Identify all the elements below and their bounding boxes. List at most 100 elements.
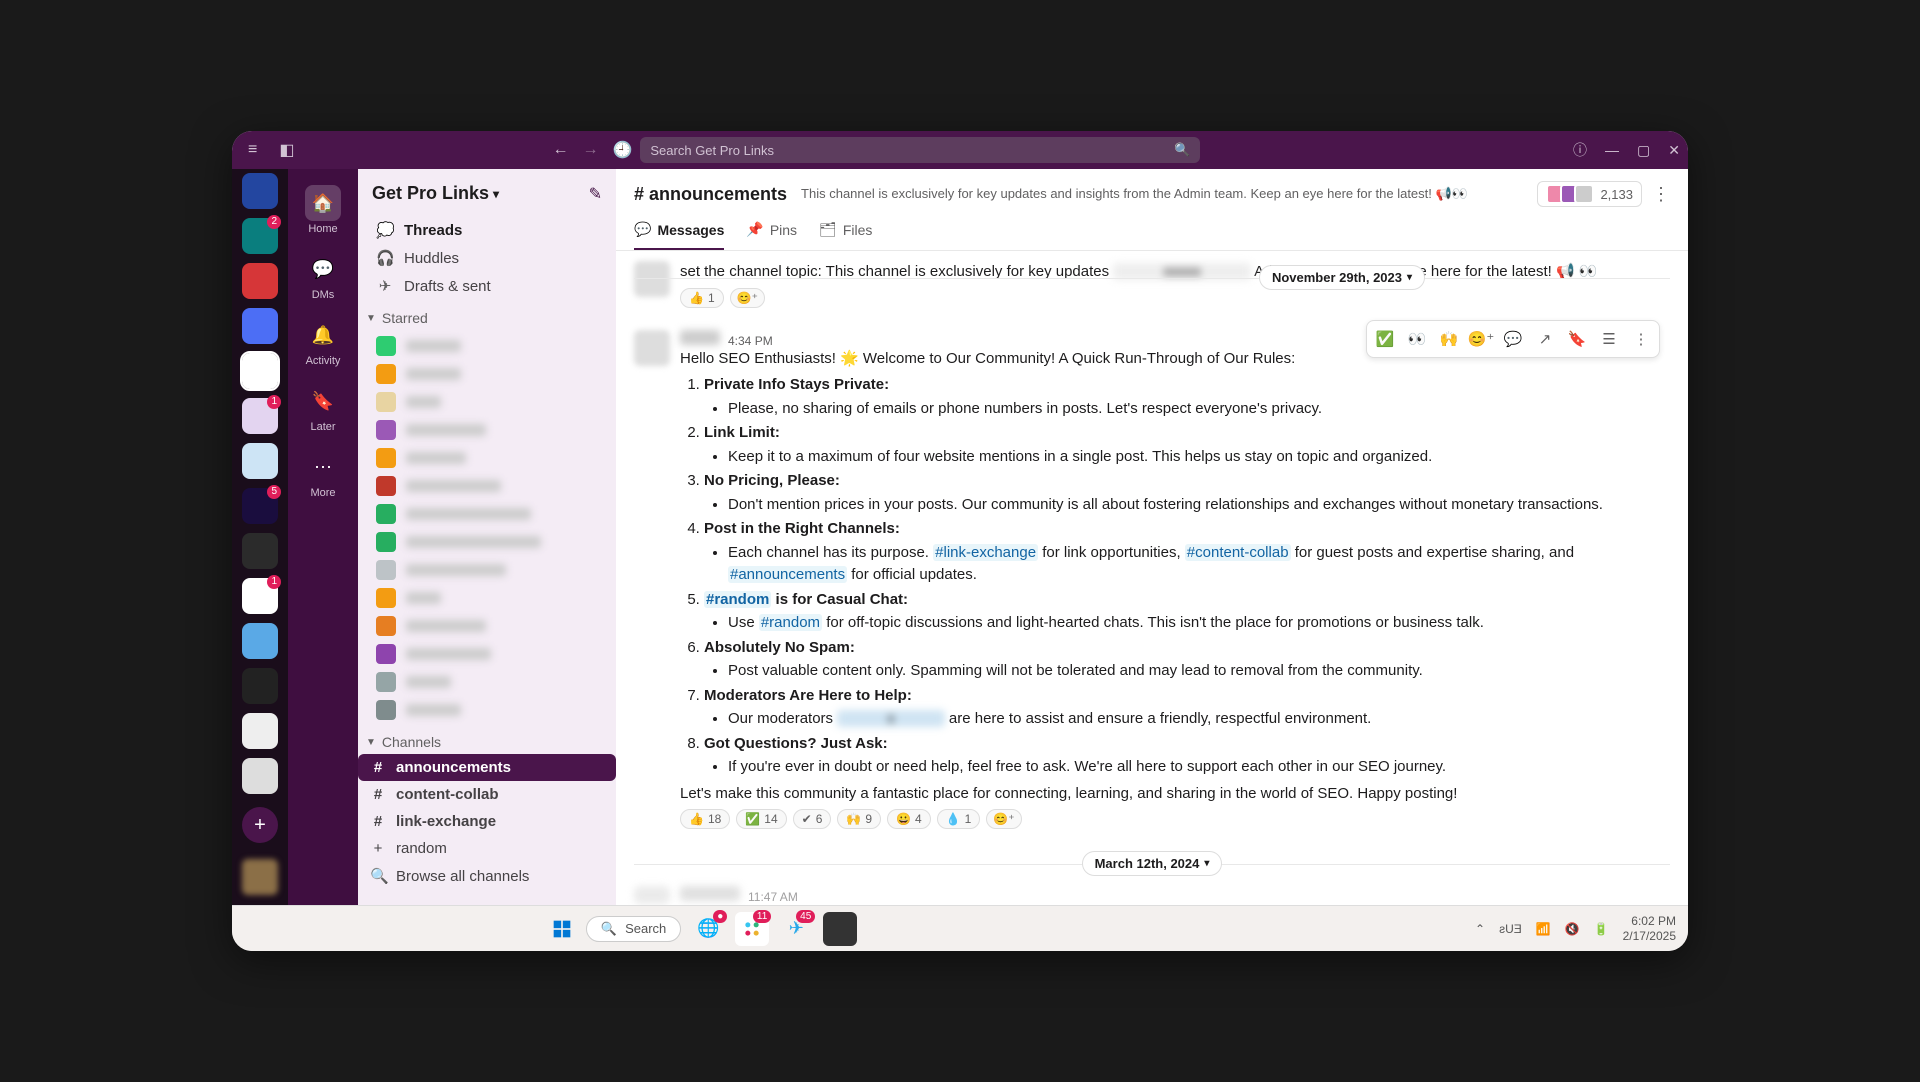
channel-link[interactable]: #random <box>704 591 771 608</box>
more-actions-icon[interactable]: ⋮ <box>1626 324 1656 354</box>
reaction[interactable]: ✔ 6 <box>793 809 832 829</box>
reaction[interactable]: 🙌 9 <box>837 809 881 829</box>
channel-link[interactable]: #link-exchange <box>933 544 1038 561</box>
reaction[interactable]: 😀 4 <box>887 809 931 829</box>
workspace-icon[interactable] <box>242 533 278 569</box>
forward-icon[interactable]: → <box>582 141 598 159</box>
nav-home[interactable]: 🏠 Home <box>288 179 358 241</box>
reply-thread-icon[interactable]: 💬 <box>1498 324 1528 354</box>
tab-messages[interactable]: 💬Messages <box>634 215 724 250</box>
dm-item[interactable] <box>368 612 606 640</box>
dm-item[interactable] <box>368 444 606 472</box>
tab-pins[interactable]: 📌Pins <box>746 215 797 250</box>
channel-topic[interactable]: This channel is exclusively for key upda… <box>801 186 1523 202</box>
columns-icon[interactable]: ◧ <box>279 140 294 160</box>
section-starred[interactable]: ▼Starred <box>358 302 616 330</box>
channel-name-button[interactable]: #announcements <box>634 184 787 205</box>
message[interactable]: ✅ 👀 🙌 😊⁺ 💬 ↗ 🔖 ☰ ⋮ 4:34 PM <box>616 326 1688 834</box>
dm-item[interactable] <box>368 556 606 584</box>
wifi-icon[interactable]: 📶 <box>1536 922 1551 936</box>
workspace-icon[interactable] <box>242 443 278 479</box>
workspace-icon[interactable] <box>242 713 278 749</box>
dm-item[interactable] <box>368 500 606 528</box>
compose-icon[interactable]: ✎ <box>589 184 602 204</box>
browse-channels[interactable]: 🔍Browse all channels <box>358 862 616 890</box>
taskbar-telegram[interactable]: ✈45 <box>779 912 813 946</box>
dm-item[interactable] <box>368 472 606 500</box>
clock[interactable]: 6:02 PM 2/17/2025 <box>1623 914 1676 943</box>
dm-item[interactable] <box>368 388 606 416</box>
taskbar-slack[interactable]: 11 <box>735 912 769 946</box>
reaction-thumbsup[interactable]: 👍 1 <box>680 288 724 308</box>
workspace-icon[interactable] <box>242 263 278 299</box>
dm-item[interactable] <box>368 528 606 556</box>
dm-item[interactable] <box>368 640 606 668</box>
author-name[interactable] <box>680 330 720 345</box>
workspace-icon[interactable]: 5 <box>242 488 278 524</box>
tab-files[interactable]: 🗂Files <box>819 215 872 250</box>
history-icon[interactable]: 🕘 <box>612 140 632 160</box>
channel-link-exchange[interactable]: #link-exchange <box>358 808 616 835</box>
sidebar-threads[interactable]: 💭Threads <box>368 216 606 244</box>
reaction[interactable]: ✅ 14 <box>736 809 786 829</box>
dm-item[interactable] <box>368 584 606 612</box>
date-pill[interactable]: March 12th, 2024▾ <box>1082 851 1223 876</box>
add-workspace-button[interactable]: + <box>242 807 278 843</box>
timestamp[interactable]: 4:34 PM <box>728 334 773 348</box>
nav-more[interactable]: ⋯ More <box>288 443 358 505</box>
channel-more-icon[interactable]: ⋮ <box>1652 184 1670 205</box>
react-check-icon[interactable]: ✅ <box>1370 324 1400 354</box>
sidebar-drafts[interactable]: ✈Drafts & sent <box>368 272 606 300</box>
add-reaction-button[interactable]: 😊⁺ <box>986 809 1021 829</box>
help-icon[interactable]: ⓘ <box>1573 140 1587 160</box>
start-button[interactable] <box>548 915 576 943</box>
taskbar-chrome[interactable]: 🌐● <box>691 912 725 946</box>
maximize-icon[interactable]: ▢ <box>1637 142 1650 159</box>
nav-later[interactable]: 🔖 Later <box>288 377 358 439</box>
workspace-icon[interactable] <box>242 173 278 209</box>
share-icon[interactable]: ↗ <box>1530 324 1560 354</box>
workspace-icon[interactable] <box>242 668 278 704</box>
remind-icon[interactable]: ☰ <box>1594 324 1624 354</box>
react-hands-icon[interactable]: 🙌 <box>1434 324 1464 354</box>
back-icon[interactable]: ← <box>552 141 568 159</box>
nav-dms[interactable]: 💬 DMs <box>288 245 358 307</box>
message[interactable]: set the channel topic: This channel is e… <box>616 257 1688 312</box>
dm-item[interactable] <box>368 360 606 388</box>
reaction[interactable]: 💧 1 <box>937 809 981 829</box>
react-eyes-icon[interactable]: 👀 <box>1402 324 1432 354</box>
sidebar-huddles[interactable]: 🎧Huddles <box>368 244 606 272</box>
taskbar-app[interactable] <box>823 912 857 946</box>
volume-icon[interactable]: 🔇 <box>1565 922 1580 936</box>
global-search[interactable]: Search Get Pro Links 🔍 <box>640 137 1200 163</box>
bookmark-icon[interactable]: 🔖 <box>1562 324 1592 354</box>
channel-announcements[interactable]: #announcements <box>358 754 616 781</box>
add-reaction-icon[interactable]: 😊⁺ <box>1466 324 1496 354</box>
member-count-button[interactable]: 2,133 <box>1537 181 1642 207</box>
channel-link[interactable]: #announcements <box>728 566 847 583</box>
section-channels[interactable]: ▼Channels <box>358 726 616 754</box>
workspace-switcher[interactable]: Get Pro Links ▾ <box>372 183 589 204</box>
workspace-icon[interactable]: 1 <box>242 578 278 614</box>
workspace-icon[interactable] <box>242 758 278 794</box>
tray-lang[interactable]: ƨUƎ <box>1499 922 1522 936</box>
workspace-icon[interactable] <box>242 623 278 659</box>
reaction[interactable]: 👍 18 <box>680 809 730 829</box>
minimize-icon[interactable]: — <box>1605 142 1619 158</box>
add-reaction-button[interactable]: 😊⁺ <box>730 288 765 308</box>
taskbar-search[interactable]: 🔍 Search <box>586 916 681 942</box>
dm-item[interactable] <box>368 332 606 360</box>
message[interactable]: 11:47 AM <box>616 882 1688 905</box>
app-menu-icon[interactable]: ≡ <box>240 137 265 163</box>
channel-random[interactable]: +random <box>358 835 616 862</box>
dm-item[interactable] <box>368 668 606 696</box>
battery-icon[interactable]: 🔋 <box>1594 922 1609 936</box>
channel-link[interactable]: #random <box>759 614 822 631</box>
nav-activity[interactable]: 🔔 Activity <box>288 311 358 373</box>
close-icon[interactable]: ✕ <box>1668 142 1680 159</box>
channel-link[interactable]: #content-collab <box>1185 544 1291 561</box>
workspace-icon[interactable]: 1 <box>242 398 278 434</box>
dm-item[interactable] <box>368 416 606 444</box>
workspace-icon[interactable]: 2 <box>242 218 278 254</box>
dm-item[interactable] <box>368 696 606 724</box>
